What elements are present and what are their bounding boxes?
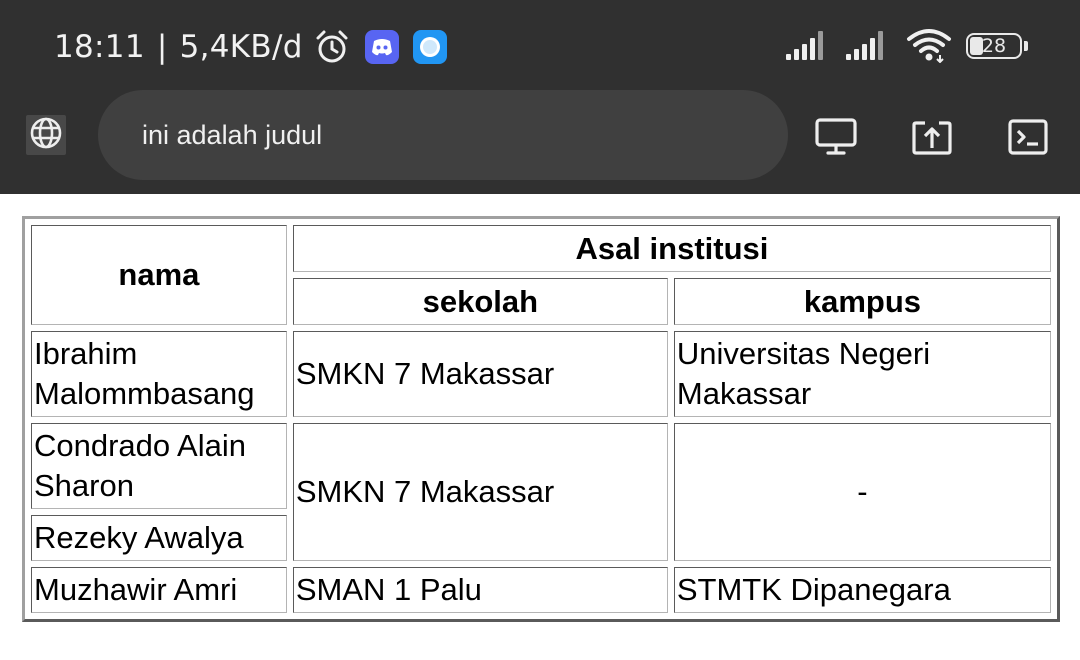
page-content: nama Asal institusi sekolah kampus Ibrah… bbox=[0, 194, 1080, 660]
status-left: 18:11 | 5,4KB/d bbox=[54, 26, 447, 68]
globe-icon bbox=[29, 116, 63, 155]
address-bar[interactable] bbox=[98, 90, 788, 180]
battery-level: 28 bbox=[981, 35, 1007, 57]
battery-indicator: 28 bbox=[966, 33, 1028, 61]
cell-nama: Condrado Alain Sharon bbox=[31, 423, 287, 509]
cell-sekolah: SMKN 7 Makassar bbox=[292, 423, 668, 561]
console-button[interactable] bbox=[1006, 115, 1050, 159]
cell-sekolah: SMAN 1 Palu bbox=[292, 567, 668, 613]
discord-icon bbox=[364, 30, 399, 64]
table-row: Condrado Alain Sharon SMKN 7 Makassar - bbox=[31, 423, 1051, 561]
status-net-speed: 5,4KB/d bbox=[179, 29, 303, 65]
cell-sekolah: SMKN 7 Makassar bbox=[292, 331, 668, 417]
status-bar: 18:11 | 5,4KB/d 28 bbox=[0, 0, 1080, 92]
header-kampus: kampus bbox=[673, 278, 1051, 325]
table-header-row: nama Asal institusi bbox=[31, 225, 1051, 325]
status-separator: | bbox=[156, 29, 168, 65]
table-row: Muzhawir Amri SMAN 1 Palu STMTK Dipanega… bbox=[31, 567, 1051, 613]
app-notification-icon bbox=[412, 30, 447, 64]
site-info-button[interactable] bbox=[26, 115, 66, 155]
terminal-icon bbox=[1007, 117, 1049, 157]
cell-nama: Muzhawir Amri bbox=[31, 567, 287, 613]
browser-toolbar bbox=[0, 90, 1080, 182]
monitor-icon bbox=[815, 117, 857, 157]
status-time: 18:11 bbox=[54, 29, 145, 65]
desktop-mode-button[interactable] bbox=[814, 115, 858, 159]
cell-kampus: STMTK Dipanegara bbox=[673, 567, 1051, 613]
header-sekolah: sekolah bbox=[292, 278, 668, 325]
header-asal-institusi: Asal institusi bbox=[292, 225, 1051, 272]
upload-icon bbox=[911, 117, 953, 157]
institution-table: nama Asal institusi sekolah kampus Ibrah… bbox=[22, 216, 1060, 622]
signal-strength-icon-sim2 bbox=[846, 28, 892, 67]
cell-nama: Rezeky Awalya bbox=[31, 515, 287, 561]
header-nama: nama bbox=[31, 225, 287, 325]
status-right: 28 bbox=[786, 27, 1028, 68]
address-input[interactable] bbox=[142, 115, 742, 155]
browser-chrome: 18:11 | 5,4KB/d 28 ini adalah judul bbox=[0, 0, 1080, 194]
cell-nama: Ibrahim Malommbasang bbox=[31, 331, 287, 417]
alarm-icon bbox=[313, 28, 351, 66]
signal-strength-icon-sim1 bbox=[786, 28, 832, 67]
wifi-icon bbox=[906, 27, 952, 68]
cell-kampus: Universitas Negeri Makassar bbox=[673, 331, 1051, 417]
cell-kampus: - bbox=[673, 423, 1051, 561]
share-upload-button[interactable] bbox=[910, 115, 954, 159]
battery-cap bbox=[1024, 41, 1028, 51]
table-row: Ibrahim Malommbasang SMKN 7 Makassar Uni… bbox=[31, 331, 1051, 417]
